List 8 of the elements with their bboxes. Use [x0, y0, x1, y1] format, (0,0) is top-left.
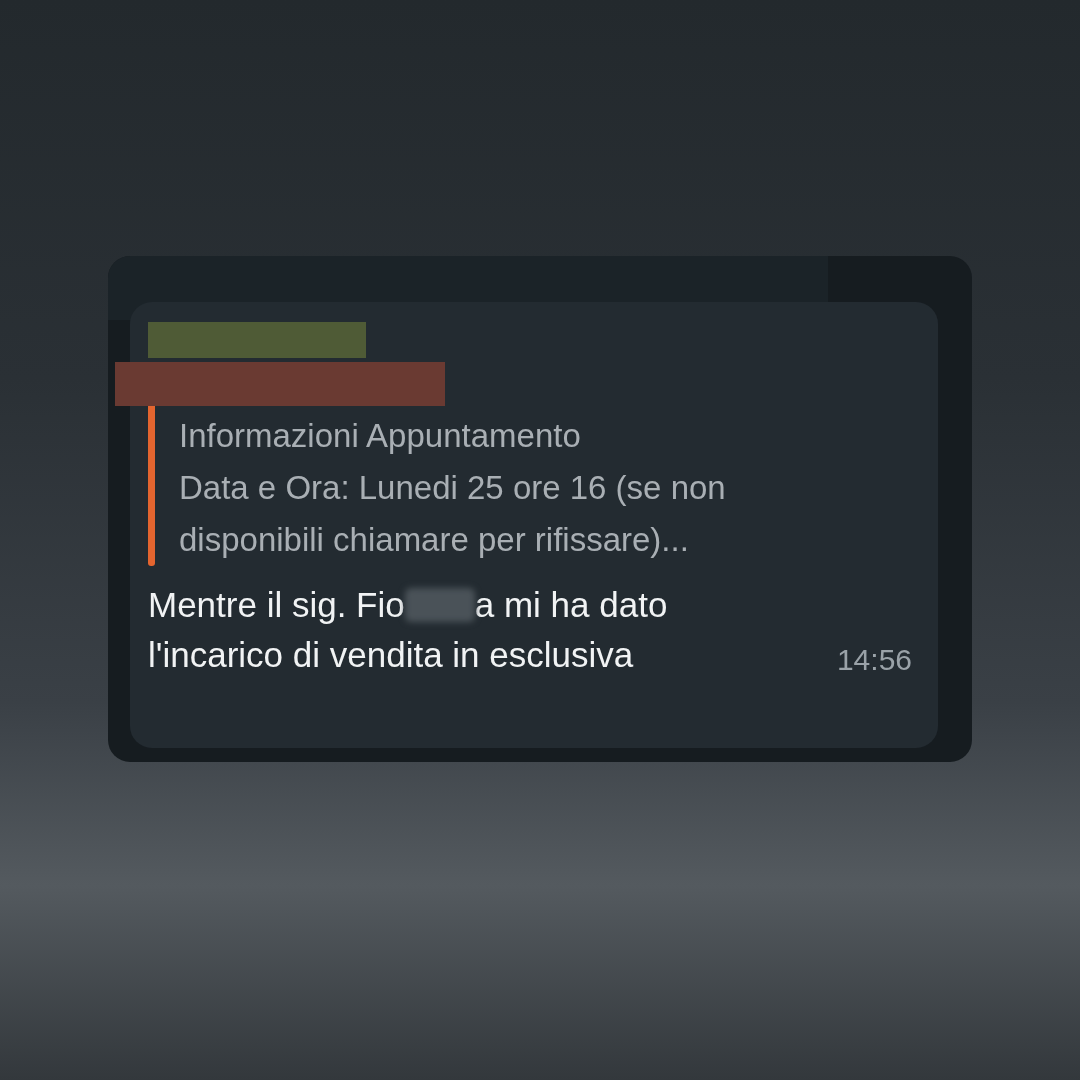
quote-text: disponibili chiamare per rifissare)...	[179, 520, 690, 560]
quote-text: Data e Ora: Lunedi 25 ore 16 (se non	[179, 468, 726, 508]
message-text: Mentre il sig. Fio	[148, 584, 405, 626]
quote-text: Informazioni Appuntamento	[179, 416, 582, 456]
message-time: 14:56	[836, 642, 912, 678]
message-text: l'incarico di vendita in esclusiva	[148, 634, 635, 676]
message-text: a mi ha dato	[474, 584, 668, 626]
redaction-blur	[404, 588, 475, 622]
